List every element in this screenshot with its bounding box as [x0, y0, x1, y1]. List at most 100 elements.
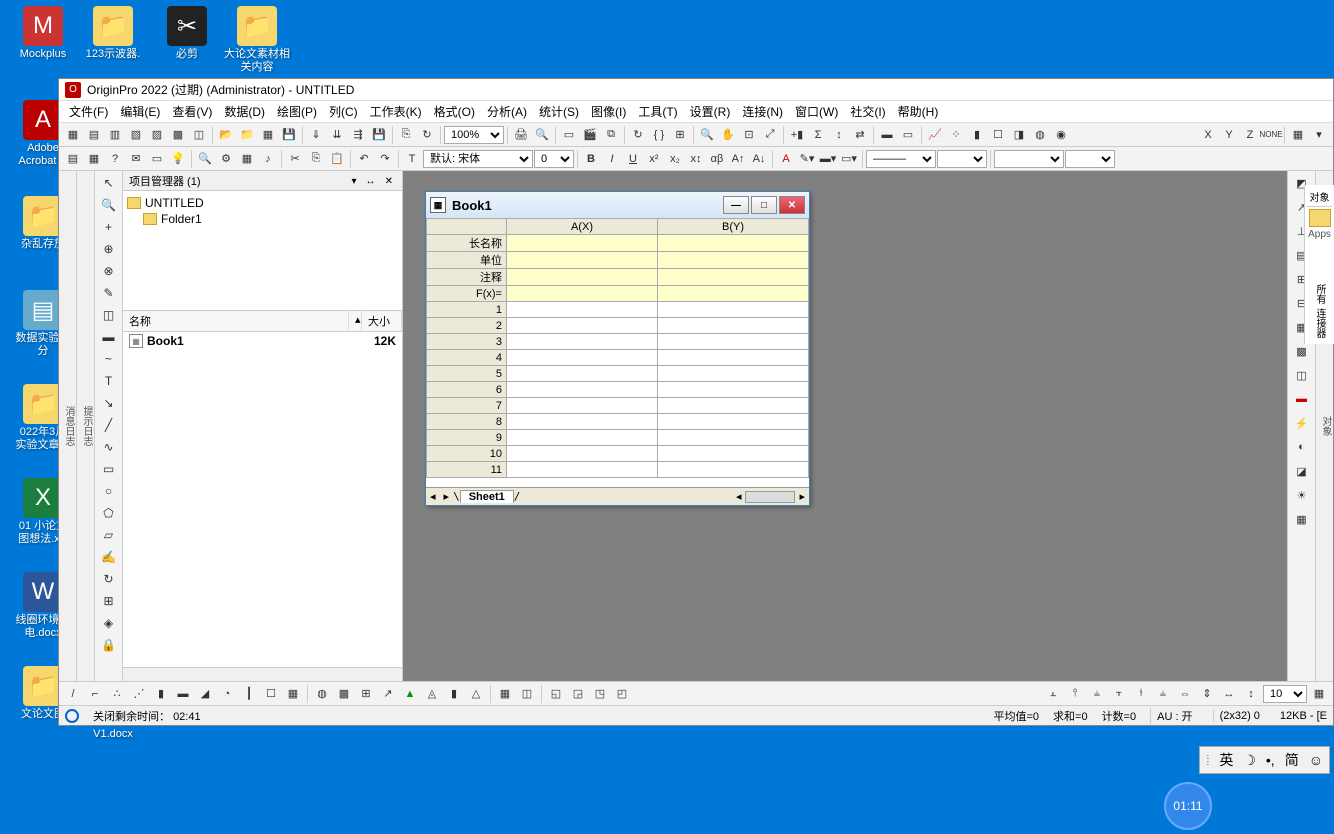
plot-bar-icon[interactable]: ▬	[173, 684, 193, 704]
circle-icon[interactable]: ○	[98, 481, 120, 501]
save-icon[interactable]: 💾	[279, 125, 299, 145]
text-tool-icon[interactable]: T	[402, 149, 422, 169]
menu-item[interactable]: 格式(O)	[428, 101, 481, 122]
pointer-icon[interactable]: ↖	[98, 173, 120, 193]
distribute-v-icon[interactable]: ⇕	[1197, 684, 1217, 704]
menu-item[interactable]: 窗口(W)	[789, 101, 844, 122]
sort-icon[interactable]: ↕	[829, 125, 849, 145]
cell[interactable]	[507, 318, 658, 334]
selection-icon[interactable]: ◫	[98, 305, 120, 325]
worksheet-grid[interactable]: A(X)B(Y)长名称单位注释F(x)=1234567891011	[426, 218, 809, 487]
row-header[interactable]: 10	[427, 446, 507, 462]
right-tab-all[interactable]: 所有	[1312, 284, 1327, 304]
freehand-icon[interactable]: ✍	[98, 547, 120, 567]
plot-vector-icon[interactable]: ↗	[378, 684, 398, 704]
cell[interactable]	[658, 318, 809, 334]
desktop-icon[interactable]: MMockplus	[8, 6, 78, 61]
cell[interactable]	[658, 366, 809, 382]
cell[interactable]	[507, 302, 658, 318]
ungroup-icon[interactable]: ◰	[612, 684, 632, 704]
draw-data-icon[interactable]: ~	[98, 349, 120, 369]
distribute-h-icon[interactable]: ⇔	[1175, 684, 1195, 704]
left-tab-2[interactable]: 提示日志	[77, 171, 95, 681]
plot-box-icon[interactable]: ☐	[261, 684, 281, 704]
cut-icon[interactable]: ✂	[285, 149, 305, 169]
paste-icon[interactable]: 📋	[327, 149, 347, 169]
cell[interactable]	[507, 462, 658, 478]
workspace[interactable]: ▦ Book1 — □ ✕ A(X)B(Y)长名称单位注释F(x)=123456…	[403, 171, 1287, 681]
sheet-nav-prev[interactable]: ▸	[440, 490, 454, 503]
layer-icon[interactable]: ▦	[1288, 125, 1308, 145]
slide-icon[interactable]: ▭	[559, 125, 579, 145]
cell[interactable]	[507, 269, 658, 286]
none-icon[interactable]: NONE	[1261, 125, 1281, 145]
menu-item[interactable]: 工具(T)	[632, 101, 683, 122]
labtalk-icon[interactable]: ♪	[258, 149, 278, 169]
column-header[interactable]	[427, 219, 507, 235]
insert-icon[interactable]: ⊞	[98, 591, 120, 611]
right-tab-connector[interactable]: 连接器	[1312, 308, 1327, 338]
panel-scrollbar[interactable]	[123, 667, 402, 681]
new-excel-icon[interactable]: ▥	[105, 125, 125, 145]
cell[interactable]	[658, 430, 809, 446]
desktop-icon[interactable]: ✂必剪	[152, 6, 222, 61]
tree-folder1[interactable]: Folder1	[127, 211, 398, 227]
spacing-combo[interactable]: 10	[1263, 685, 1307, 703]
tree-root[interactable]: UNTITLED	[127, 195, 398, 211]
copy-icon[interactable]: ⎘	[306, 149, 326, 169]
explorer-icon[interactable]: ▤	[63, 149, 83, 169]
menu-item[interactable]: 统计(S)	[533, 101, 585, 122]
cell[interactable]	[507, 398, 658, 414]
data-reader-icon[interactable]: ⊗	[98, 261, 120, 281]
ime-face-icon[interactable]: ☺	[1309, 752, 1323, 768]
row-header[interactable]: 5	[427, 366, 507, 382]
chart-box-icon[interactable]: ☐	[988, 125, 1008, 145]
line-width-combo[interactable]	[937, 150, 987, 168]
new-project-icon[interactable]: ▦	[63, 125, 83, 145]
cell[interactable]	[658, 269, 809, 286]
new-matrix-icon[interactable]: ▨	[147, 125, 167, 145]
row-header[interactable]: 注释	[427, 269, 507, 286]
y-axis-icon[interactable]: Y	[1219, 125, 1239, 145]
list-row[interactable]: ▦ Book1 12K	[123, 332, 402, 350]
cell[interactable]	[507, 350, 658, 366]
row-header[interactable]: 8	[427, 414, 507, 430]
cell[interactable]	[658, 446, 809, 462]
cell[interactable]	[507, 382, 658, 398]
cell[interactable]	[658, 334, 809, 350]
ime-lang[interactable]: 英	[1219, 750, 1233, 770]
ime-bar[interactable]: ⦙ 英 ☽ •, 简 ☺	[1199, 746, 1330, 774]
list-header[interactable]: 名称 ▴ 大小	[123, 311, 402, 332]
menu-item[interactable]: 帮助(H)	[892, 101, 945, 122]
plot-3dscatter-icon[interactable]: ▲	[400, 684, 420, 704]
mesh-tool-icon[interactable]: ▦	[1292, 509, 1312, 529]
code-builder-icon[interactable]: ⚙	[216, 149, 236, 169]
increase-font-icon[interactable]: A↑	[728, 149, 748, 169]
chart-scatter-icon[interactable]: ⁘	[946, 125, 966, 145]
cell[interactable]	[658, 414, 809, 430]
system-template-icon[interactable]: ◫	[517, 684, 537, 704]
plot-image-icon[interactable]: ▩	[334, 684, 354, 704]
font-size-combo[interactable]: 0	[534, 150, 574, 168]
group-front-icon[interactable]: ◱	[546, 684, 566, 704]
snap-icon[interactable]: ▦	[1309, 684, 1329, 704]
command-icon[interactable]: ▭	[147, 149, 167, 169]
close-button[interactable]: ✕	[779, 196, 805, 214]
sheet-hscroll[interactable]	[745, 491, 795, 503]
column-header[interactable]: A(X)	[507, 219, 658, 235]
plot-scatter-icon[interactable]: ∴	[107, 684, 127, 704]
panel-close-icon[interactable]: ✕	[382, 176, 396, 187]
project-panel-header[interactable]: 项目管理器 (1) ▾ ↔ ✕	[123, 171, 402, 191]
mask-tool-icon[interactable]: ▬	[98, 327, 120, 347]
plot-3dbars-icon[interactable]: ▮	[444, 684, 464, 704]
column-header[interactable]: B(Y)	[658, 219, 809, 235]
transpose-icon[interactable]: ⇄	[850, 125, 870, 145]
row-header[interactable]: 4	[427, 350, 507, 366]
save-template-icon[interactable]: 💾	[369, 125, 389, 145]
cell[interactable]	[658, 398, 809, 414]
project-tree[interactable]: UNTITLED Folder1	[123, 191, 402, 311]
cell[interactable]	[507, 334, 658, 350]
title-bar[interactable]: O OriginPro 2022 (过期) (Administrator) - …	[59, 79, 1333, 101]
row-header[interactable]: 6	[427, 382, 507, 398]
sheet-nav-first[interactable]: ◂	[426, 490, 440, 503]
